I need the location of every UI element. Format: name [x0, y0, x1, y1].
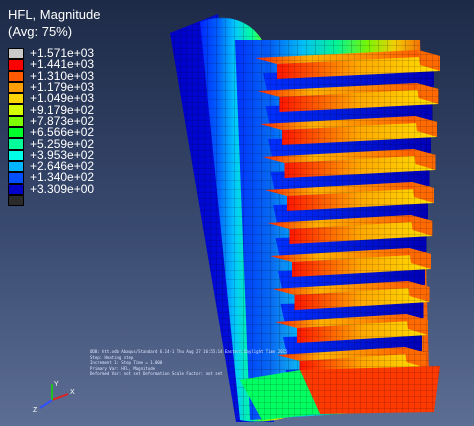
legend-swatch [8, 48, 24, 60]
legend-swatch [8, 149, 24, 161]
z-axis-arrow [39, 399, 53, 409]
legend-swatch [8, 138, 24, 150]
legend-swatch [8, 59, 24, 71]
color-legend: HFL, Magnitude (Avg: 75%) +1.571e+03 +1.4… [8, 6, 144, 207]
axis-triad: X Y Z [33, 381, 75, 414]
legend-subtitle: (Avg: 75%) [8, 24, 73, 39]
legend-swatch [8, 194, 24, 207]
status-line-deformed-var: Deformed Var: not set Deformation Scale … [90, 371, 223, 376]
legend-title: HFL, Magnitude [8, 7, 101, 22]
legend-swatch [8, 160, 24, 173]
legend-entry-min [8, 194, 144, 207]
legend-value: +3.309e+00 [30, 181, 95, 196]
legend-swatch [8, 172, 24, 184]
legend-swatch [8, 104, 24, 116]
viewport[interactable]: HFL, Magnitude (Avg: 75%) +1.571e+03 +1.4… [0, 0, 474, 426]
y-axis-label: Y [54, 381, 59, 388]
legend-swatch [8, 115, 24, 128]
legend-scale: +1.571e+03 +1.441e+03 +1.310e+03 +1.179e+03… [8, 47, 144, 207]
legend-swatch [8, 70, 24, 82]
status-block: ODB: htt.odb Abaqus/Standard 6.14-1 Thu … [90, 349, 287, 377]
status-line-odb: ODB: htt.odb Abaqus/Standard 6.14-1 Thu … [90, 349, 288, 354]
legend-entry: +3.309e+00 [8, 181, 144, 196]
legend-swatch [8, 81, 24, 94]
legend-swatch [8, 183, 24, 195]
legend-swatch [8, 127, 24, 139]
legend-swatch [8, 93, 24, 105]
x-axis-label: X [70, 389, 75, 396]
x-axis-arrow [51, 393, 69, 401]
z-axis-label: Z [33, 407, 38, 414]
